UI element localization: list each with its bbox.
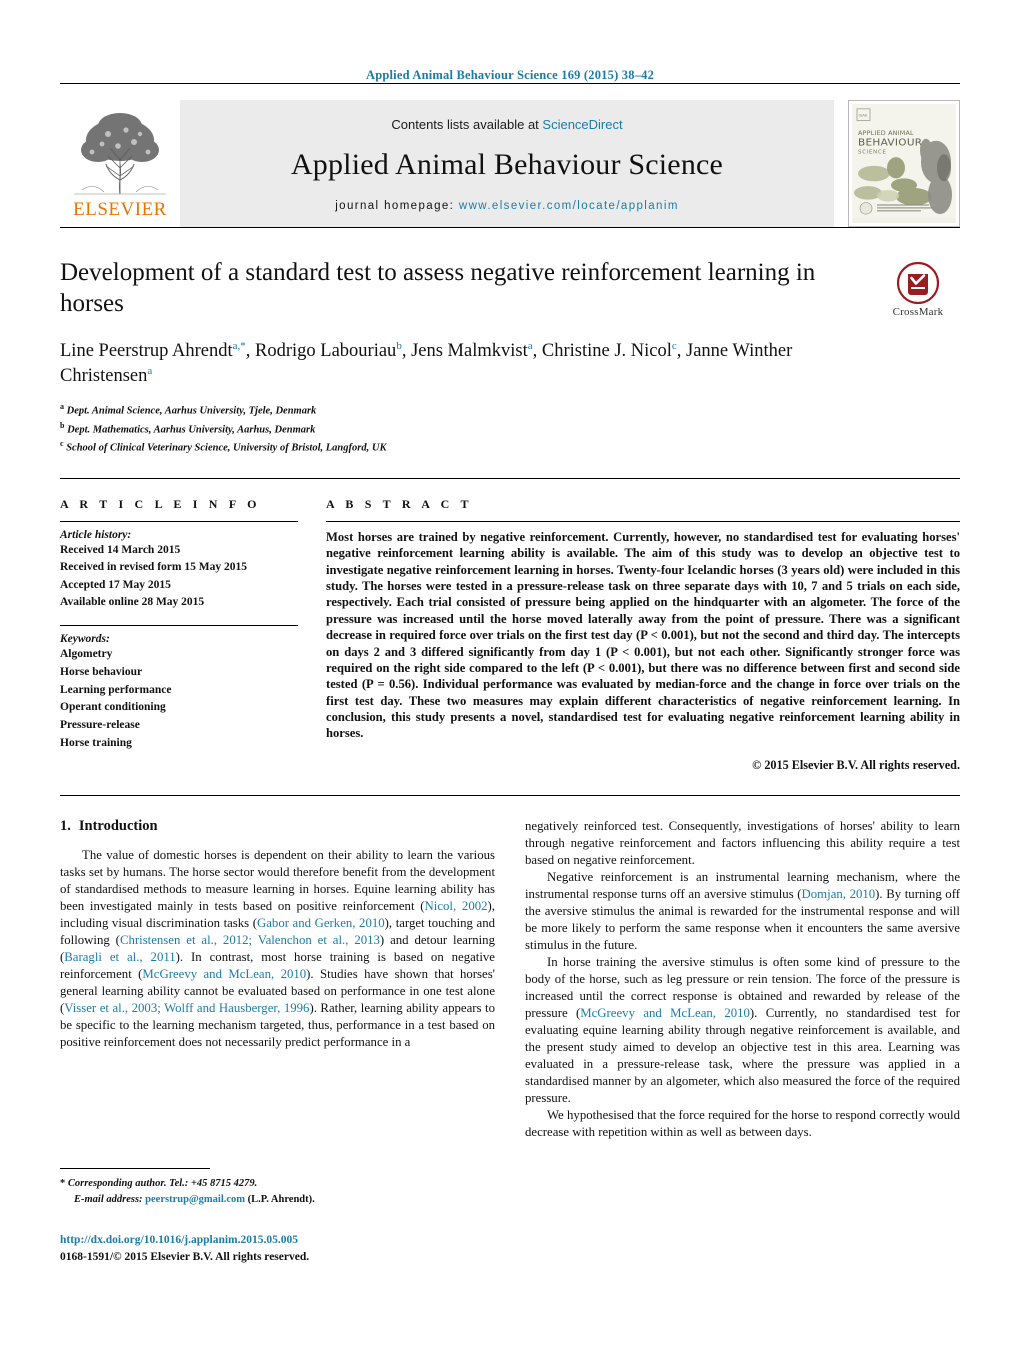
keyword-item: Algometry (60, 648, 113, 660)
section-title: Introduction (78, 817, 158, 834)
paragraph: We hypothesised that the force required … (525, 1107, 960, 1139)
article-history-label: Article history: (60, 529, 132, 541)
keyword-item: Learning performance (60, 683, 172, 696)
affiliation-item: a Dept. Animal Science, Aarhus Universit… (60, 401, 960, 419)
affiliation-text: Dept. Mathematics, Aarhus University, Aa… (67, 424, 316, 435)
footnote-rule (60, 1168, 210, 1169)
elsevier-wordmark: ELSEVIER (73, 199, 167, 220)
paragraph: negatively reinforced test. Consequently… (525, 818, 960, 867)
paragraph: Negative reinforcement is an instrumenta… (525, 869, 961, 952)
title-bottom-rule (60, 478, 960, 479)
banner-top-rule (60, 83, 960, 84)
banner-bottom-rule (60, 227, 960, 228)
affiliation-text: Dept. Animal Science, Aarhus University,… (66, 405, 317, 417)
affiliation-item: c School of Clinical Veterinary Science,… (60, 438, 960, 456)
corresponding-author-note: * Corresponding author. Tel.: +45 8715 4… (60, 1176, 480, 1192)
svg-text:SCIENCE: SCIENCE (858, 149, 886, 155)
doi-link[interactable]: http://dx.doi.org/10.1016/j.applanim.201… (60, 1232, 530, 1249)
doi-block: http://dx.doi.org/10.1016/j.applanim.201… (60, 1232, 530, 1265)
history-item: Received in revised form 15 May 2015 (60, 561, 247, 574)
copyright-line: © 2015 Elsevier B.V. All rights reserved… (752, 757, 960, 772)
paragraph: The value of domestic horses is dependen… (60, 847, 496, 1049)
history-item: Received 14 March 2015 (60, 544, 181, 556)
citation-link[interactable]: McGreevy and McLean, 2010 (142, 967, 306, 981)
svg-text:BEHAVIOUR: BEHAVIOUR (858, 137, 922, 149)
info-abstract-section: A R T I C L E I N F O Article history: R… (60, 497, 960, 773)
citation-link[interactable]: McGreevy and McLean, 2010 (580, 1006, 750, 1020)
crossmark-label: CrossMark (892, 306, 944, 318)
abstract-text: Most horses are trained by negative rein… (326, 530, 960, 741)
journal-title: Applied Animal Behaviour Science (290, 148, 724, 181)
corresponding-marker: * (60, 1178, 66, 1189)
journal-homepage-link[interactable]: www.elsevier.com/locate/applanim (459, 200, 679, 212)
crossmark-icon (897, 262, 939, 304)
section-heading-introduction: 1. Introduction (60, 818, 495, 835)
sciencedirect-link[interactable]: ScienceDirect (542, 117, 622, 132)
footnote-area: * Corresponding author. Tel.: +45 8715 4… (60, 1168, 480, 1208)
email-note: E-mail address: peerstrup@gmail.com (L.P… (60, 1192, 480, 1208)
article-info-heading: A R T I C L E I N F O (60, 497, 261, 511)
body-columns: 1. Introduction The value of domestic hor… (60, 818, 960, 1141)
author-list: Line Peerstrup Ahrendta,*, Rodrigo Labou… (60, 340, 793, 387)
citation-link[interactable]: Baragli et al., 2011 (64, 950, 175, 964)
elsevier-logo: ELSEVIER (60, 100, 180, 227)
abstract-column: A B S T R A C T Most horses are trained … (326, 497, 960, 773)
article-info-rule (60, 521, 298, 522)
citation-link[interactable]: Visser et al., 2003; Wolff and Hausberge… (64, 1001, 309, 1015)
citation-link[interactable]: Gabor and Gerken, 2010 (257, 916, 385, 930)
contents-prefix: Contents lists available at (391, 117, 543, 132)
affiliation-marker: b (60, 420, 65, 430)
journal-cover-thumbnail: ISAE APPLIED ANIMAL BEHAVIOUR SCIENCE (848, 100, 960, 227)
cover-artwork-icon: ISAE APPLIED ANIMAL BEHAVIOUR SCIENCE (852, 104, 956, 218)
keywords-rule (60, 625, 298, 626)
corresponding-text: Corresponding author. Tel.: +45 8715 427… (67, 1178, 258, 1189)
contents-available-line: Contents lists available at ScienceDirec… (391, 117, 622, 132)
abstract-heading: A B S T R A C T (326, 497, 473, 511)
page-title: Development of a standard test to assess… (60, 259, 816, 317)
crossmark-badge[interactable]: CrossMark (876, 262, 960, 318)
history-item: Accepted 17 May 2015 (60, 578, 171, 591)
citation-link[interactable]: Christensen et al., 2012; Valenchon et a… (120, 933, 380, 947)
keyword-item: Operant conditioning (60, 701, 166, 714)
homepage-prefix: journal homepage: (335, 200, 459, 212)
affiliation-item: b Dept. Mathematics, Aarhus University, … (60, 420, 960, 438)
article-info-column: A R T I C L E I N F O Article history: R… (60, 497, 298, 773)
journal-banner: ELSEVIER Contents lists available at Sci… (60, 100, 960, 227)
svg-text:ISAE: ISAE (859, 113, 869, 118)
body-column-left: 1. Introduction The value of domestic hor… (60, 818, 495, 1141)
email-link[interactable]: peerstrup@gmail.com (145, 1194, 245, 1205)
email-owner: (L.P. Ahrendt). (247, 1193, 315, 1205)
affiliation-marker: c (60, 438, 64, 448)
title-block: Development of a standard test to assess… (60, 258, 960, 456)
affiliation-text: School of Clinical Veterinary Science, U… (66, 442, 387, 454)
citation-link[interactable]: Nicol, 2002 (425, 899, 488, 913)
abstract-rule (326, 521, 960, 522)
abstract-bottom-rule (60, 794, 960, 796)
keyword-item: Horse behaviour (60, 665, 143, 678)
paragraph: In horse training the aversive stimulus … (525, 954, 960, 1105)
email-label: E-mail address: (74, 1193, 143, 1205)
affiliation-list: a Dept. Animal Science, Aarhus Universit… (60, 401, 960, 456)
keyword-item: Horse training (60, 737, 132, 750)
cover-image: ISAE APPLIED ANIMAL BEHAVIOUR SCIENCE (852, 104, 956, 223)
article-page: Applied Animal Behaviour Science 169 (20… (0, 0, 1020, 1351)
elsevier-tree-icon (68, 106, 172, 198)
affiliation-marker: a (60, 402, 64, 412)
body-column-right: negatively reinforced test. Consequently… (525, 818, 960, 1141)
keyword-item: Pressure-release (60, 719, 140, 732)
issn-copyright-line: 0168-1591/© 2015 Elsevier B.V. All right… (60, 1250, 310, 1263)
history-item: Available online 28 May 2015 (60, 595, 205, 608)
journal-homepage-line: journal homepage: www.elsevier.com/locat… (335, 200, 679, 212)
banner-center: Contents lists available at ScienceDirec… (180, 100, 834, 227)
keywords-label: Keywords: (60, 633, 110, 645)
running-head: Applied Animal Behaviour Science 169 (20… (365, 68, 655, 82)
section-number: 1. (60, 817, 71, 834)
citation-link[interactable]: Domjan, 2010 (802, 887, 876, 901)
